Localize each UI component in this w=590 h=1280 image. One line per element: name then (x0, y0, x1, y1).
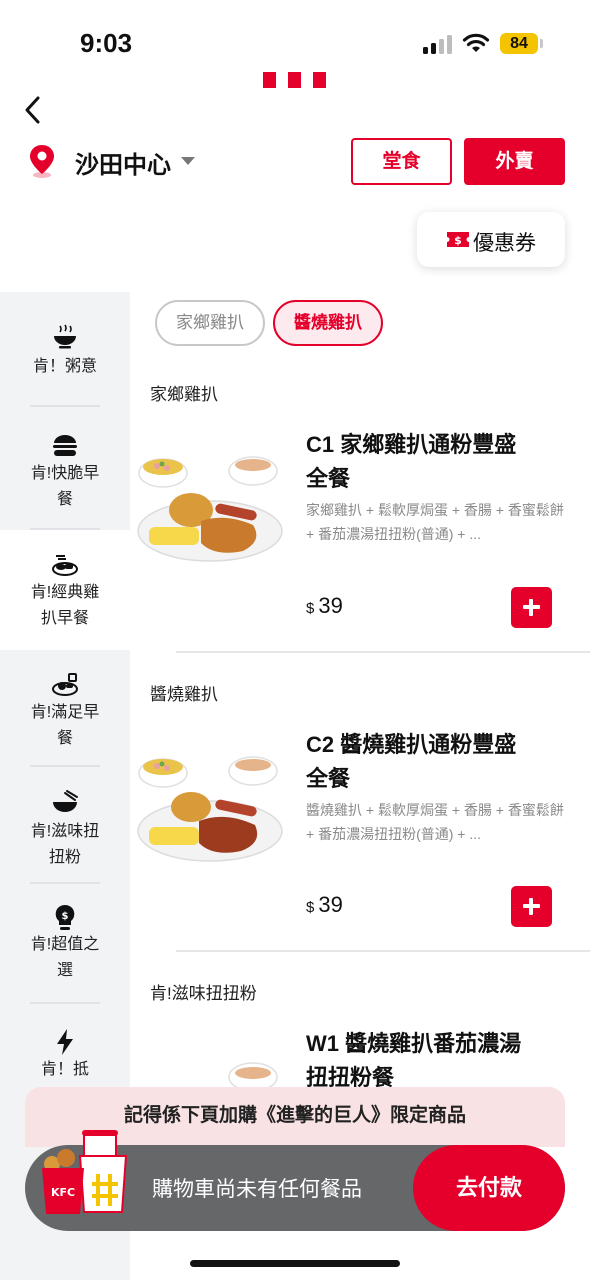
section-title: 家鄉雞扒 (150, 385, 218, 404)
coupon-icon: $ (447, 232, 469, 247)
product-image[interactable] (135, 445, 285, 565)
delivery-button[interactable]: 外賣 (464, 138, 565, 185)
back-button[interactable] (18, 92, 48, 128)
sidebar-item-label: 肯!滋味扭 (30, 823, 100, 840)
breakfast-plate-icon (52, 555, 78, 576)
noodle-bowl-icon (53, 790, 78, 812)
coupon-label: 優惠券 (473, 232, 536, 255)
meal-plate-icon (52, 673, 78, 696)
wifi-icon (462, 33, 490, 52)
svg-text:$: $ (454, 234, 462, 247)
sidebar-item-bargain[interactable]: 肯！抵 (0, 1004, 130, 1094)
section-title: 肯!滋味扭扭粉 (150, 984, 257, 1003)
battery-icon: 84 (500, 33, 538, 54)
sidebar-item-label: 餐 (56, 491, 73, 508)
kfc-stripes-logo (263, 72, 327, 88)
sidebar-item-classic-chicken-breakfast[interactable]: 肯!經典雞 扒早餐 (0, 530, 130, 650)
cart-bucket-icon[interactable]: KFC (40, 1128, 132, 1216)
brand-text: KFC (51, 1186, 75, 1199)
location-pin-icon[interactable] (28, 143, 56, 179)
lightning-icon (57, 1029, 73, 1055)
sidebar-item-label: 扒早餐 (40, 610, 89, 627)
sidebar-item-noodles[interactable]: 肯!滋味扭 扭粉 (0, 767, 130, 883)
status-bar: 9:03 84 (0, 0, 590, 70)
price-currency: $ (306, 899, 315, 916)
price-value: 39 (318, 593, 343, 618)
home-indicator[interactable] (190, 1260, 400, 1267)
row-divider (176, 950, 590, 952)
battery-tip (540, 39, 543, 48)
sidebar-item-congee[interactable]: 肯！粥意 (0, 292, 130, 406)
lightbulb-dollar-icon: $ (55, 904, 75, 930)
row-divider (176, 651, 590, 653)
coupon-button[interactable]: $ 優惠券 (417, 212, 565, 267)
sidebar-item-satisfying-breakfast[interactable]: 肯!滿足早 餐 (0, 652, 130, 766)
product-description: 家鄉雞扒 + 鬆軟厚焗蛋 + 香腸 + 香蜜鬆餅 + 番茄濃湯扭扭粉(普通) +… (306, 502, 564, 542)
sidebar-item-label: 肯！抵 (40, 1061, 89, 1078)
add-to-cart-button[interactable] (511, 886, 552, 927)
cart-empty-text: 購物車尚未有任何餐品 (152, 1178, 362, 1201)
burger-icon (53, 435, 77, 456)
sidebar-item-label: 肯!超值之 (30, 936, 100, 953)
chip-home-style-chicken[interactable]: 家鄉雞扒 (155, 300, 265, 346)
section-title: 醬燒雞扒 (150, 685, 218, 704)
chevron-down-icon[interactable] (181, 157, 195, 165)
signal-icon (423, 34, 453, 54)
chip-sauce-chicken[interactable]: 醬燒雞扒 (273, 300, 383, 346)
sidebar-item-label: 肯!滿足早 (30, 704, 100, 721)
product-description: 醬燒雞扒 + 鬆軟厚焗蛋 + 香腸 + 香蜜鬆餅 + 番茄濃湯扭扭粉(普通) +… (306, 802, 564, 842)
sidebar-item-label: 餐 (56, 730, 73, 747)
product-name[interactable]: C1 家鄉雞扒通粉豐盛全餐 (306, 428, 536, 496)
sidebar-item-quick-breakfast[interactable]: 肯!快脆早 餐 (0, 407, 130, 529)
store-name[interactable]: 沙田中心 (75, 145, 171, 180)
product-price: $39 (306, 593, 343, 619)
price-currency: $ (306, 600, 315, 617)
sidebar-item-label: 選 (56, 962, 73, 979)
sidebar-item-label: 肯!經典雞 (30, 584, 100, 601)
product-name[interactable]: C2 醬燒雞扒通粉豐盛全餐 (306, 728, 536, 796)
product-price: $39 (306, 892, 343, 918)
add-to-cart-button[interactable] (511, 587, 552, 628)
svg-text:$: $ (62, 911, 69, 922)
sidebar-item-value-choice[interactable]: $ 肯!超值之 選 (0, 884, 130, 1002)
sidebar-item-label: 肯！粥意 (32, 358, 97, 375)
status-time: 9:03 (80, 28, 133, 58)
price-value: 39 (318, 892, 343, 917)
checkout-button[interactable]: 去付款 (413, 1145, 565, 1231)
product-name[interactable]: W1 醬燒雞扒番茄濃湯扭扭粉餐 (306, 1027, 536, 1091)
congee-bowl-icon (54, 324, 76, 349)
product-image[interactable] (135, 745, 285, 865)
sidebar-item-label: 扭粉 (48, 849, 81, 866)
dine-in-button[interactable]: 堂食 (351, 138, 452, 185)
sidebar-item-label: 肯!快脆早 (30, 465, 100, 482)
